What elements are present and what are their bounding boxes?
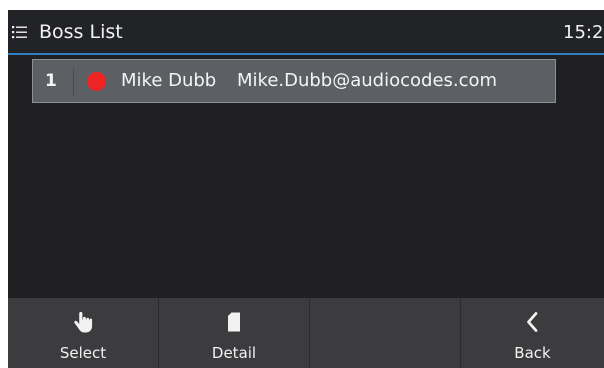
- softkey-bar: Select Detail Back: [8, 298, 604, 368]
- row-divider: [73, 68, 74, 96]
- hand-pointer-icon: [74, 311, 93, 333]
- red-status-dot-icon: [87, 72, 106, 91]
- menu-list-icon[interactable]: [11, 22, 29, 42]
- clock-time: 15:22: [563, 22, 604, 43]
- contact-email: Mike.Dubb@audiocodes.com: [237, 70, 498, 91]
- back-softkey-label: Back: [514, 344, 551, 362]
- list-item[interactable]: 1 Mike Dubb Mike.Dubb@audiocodes.com: [32, 59, 556, 103]
- document-icon: [228, 312, 240, 332]
- page-title: Boss List: [39, 21, 123, 43]
- list-item-index: 1: [45, 71, 57, 91]
- boss-list: 1 Mike Dubb Mike.Dubb@audiocodes.com: [8, 55, 604, 298]
- phone-screen: Boss List 15:22 1 Mike Dubb Mike.Dubb@au…: [8, 10, 604, 368]
- contact-name: Mike Dubb: [121, 70, 217, 91]
- detail-softkey-label: Detail: [211, 344, 257, 362]
- detail-softkey[interactable]: Detail: [159, 298, 309, 368]
- back-softkey[interactable]: Back: [461, 298, 604, 368]
- select-softkey[interactable]: Select: [8, 298, 158, 368]
- chevron-left-icon: [526, 312, 537, 332]
- select-softkey-label: Select: [59, 344, 107, 362]
- header-bar: Boss List 15:22: [8, 10, 604, 55]
- empty-softkey[interactable]: [310, 298, 460, 368]
